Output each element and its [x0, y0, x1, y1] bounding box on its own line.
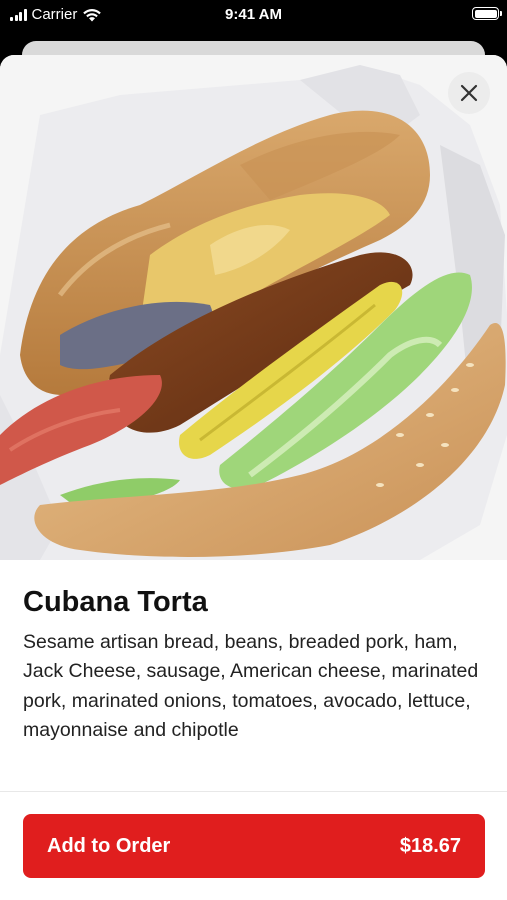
sandwich-photo: [0, 55, 507, 560]
screen: Carrier 9:41 AM Cubana Torta Sesame arti…: [0, 0, 507, 900]
item-title: Cubana Torta: [23, 586, 208, 618]
item-info: Cubana Torta Sesame artisan bread, beans…: [23, 585, 485, 746]
order-price: $18.67: [399, 834, 461, 857]
close-icon: [460, 84, 478, 102]
close-button[interactable]: [448, 72, 490, 114]
order-footer: Add to Order $18.67: [0, 791, 507, 900]
item-description: Sesame artisan bread, beans, breaded por…: [23, 630, 479, 742]
battery-icon: [472, 7, 502, 20]
add-to-order-button[interactable]: Add to Order $18.67: [23, 814, 485, 878]
add-to-order-label: Add to Order: [47, 834, 171, 857]
status-bar: Carrier 9:41 AM: [0, 0, 507, 32]
status-time: 9:41 AM: [225, 6, 282, 23]
battery-level: [474, 9, 497, 18]
item-detail-sheet: Cubana Torta Sesame artisan bread, beans…: [0, 55, 507, 900]
sandwich-illustration: [0, 65, 507, 560]
